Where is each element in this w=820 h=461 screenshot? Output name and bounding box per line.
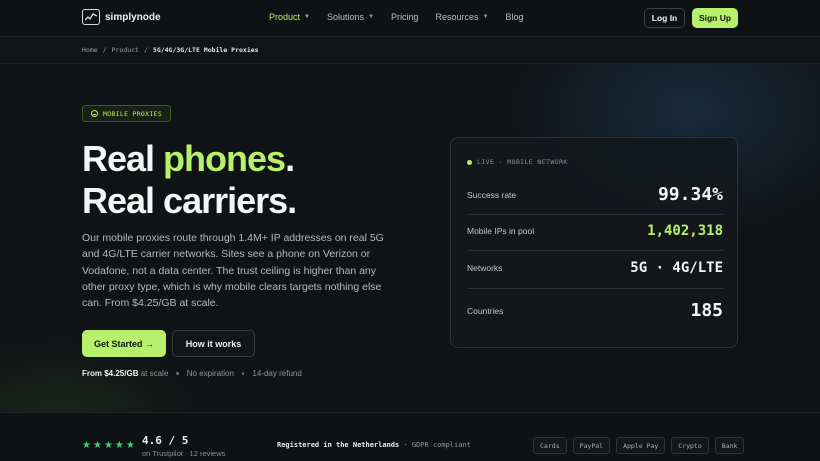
payment-badge-apple-pay: Apple Pay bbox=[616, 437, 666, 454]
menu-item-blog[interactable]: Blog bbox=[505, 12, 523, 22]
stat-value: 99.34% bbox=[657, 184, 723, 205]
payment-badge-crypto: Crypto bbox=[671, 437, 709, 454]
separator-dot bbox=[176, 372, 179, 375]
breadcrumb-separator: / bbox=[102, 46, 107, 54]
registration-info: Registered in the Netherlands · GDPR com… bbox=[277, 441, 471, 449]
menu-item-label: Product bbox=[269, 12, 301, 22]
no-expiration-note: No expiration bbox=[186, 369, 234, 378]
divider bbox=[467, 214, 723, 215]
stat-row-networks: Networks 5G · 4G/LTE bbox=[467, 260, 723, 276]
hero-title-text: Real bbox=[82, 138, 164, 179]
menu-item-label: Resources bbox=[435, 12, 479, 22]
hero-badge: MOBILE PROXIES bbox=[82, 105, 171, 122]
breadcrumb-separator: / bbox=[143, 46, 148, 54]
breadcrumb-current: 5G/4G/3G/LTE Mobile Proxies bbox=[152, 46, 259, 54]
chevron-down-icon: ▼ bbox=[304, 14, 310, 20]
breadcrumb-home[interactable]: Home bbox=[82, 46, 98, 54]
payment-badge-bank: Bank bbox=[714, 437, 745, 454]
hero-title-accent: phones bbox=[163, 138, 286, 179]
menu-item-pricing[interactable]: Pricing bbox=[391, 12, 419, 22]
menu-item-label: Solutions bbox=[326, 12, 365, 22]
stat-label: Networks bbox=[467, 263, 503, 273]
breadcrumb-bar: Home / Product / 5G/4G/3G/LTE Mobile Pro… bbox=[0, 37, 820, 64]
chevron-down-icon: ▼ bbox=[368, 14, 374, 20]
refund-note: 14-day refund bbox=[252, 369, 302, 378]
logo-chart-icon bbox=[82, 9, 100, 25]
live-stats-card: LIVE · MOBILE NETWORK Success rate 99.34… bbox=[450, 137, 738, 348]
hero-description: Our mobile proxies route through 1.4M+ I… bbox=[82, 232, 384, 310]
hero-title-line2: Real carriers. bbox=[82, 180, 297, 221]
stat-value: 185 bbox=[690, 300, 723, 321]
hero-title-line1: Real phones. bbox=[82, 138, 296, 180]
live-indicator-icon bbox=[467, 159, 472, 165]
price-suffix: at scale bbox=[140, 369, 169, 378]
star-icon: ★ bbox=[114, 440, 124, 451]
payment-badge-cards: Cards bbox=[533, 437, 567, 454]
star-icon: ★ bbox=[92, 440, 102, 451]
price-info: From $4.25/GB at scale bbox=[82, 369, 168, 378]
hero-badge-label: MOBILE PROXIES bbox=[103, 109, 162, 118]
stat-row-countries: Countries 185 bbox=[467, 300, 723, 321]
divider bbox=[467, 288, 723, 289]
star-icon: ★ bbox=[82, 440, 91, 451]
star-icon: ★ bbox=[103, 440, 113, 451]
stat-value: 1,402,318 bbox=[647, 223, 723, 239]
hero-title-text: . bbox=[285, 138, 295, 179]
divider bbox=[467, 250, 723, 251]
stat-label: Success rate bbox=[467, 189, 517, 200]
stat-value: 5G · 4G/LTE bbox=[630, 260, 723, 276]
stat-label: Mobile IPs in pool bbox=[467, 226, 535, 236]
rating-source-label: on Trustpilot bbox=[142, 449, 183, 458]
brand-logo[interactable]: simplynode bbox=[82, 9, 161, 25]
trust-bar: ★ ★ ★ ★ ★ 4.6 / 5 on Trustpilot · 12 rev… bbox=[0, 412, 820, 461]
minus-circle-icon bbox=[91, 110, 98, 117]
separator-dot bbox=[241, 372, 245, 375]
price-value: From $4.25/GB bbox=[82, 369, 139, 378]
gdpr-label: · GDPR compliant bbox=[403, 441, 471, 449]
registration-label: Registered in the Netherlands bbox=[277, 441, 400, 449]
review-count: 12 reviews bbox=[189, 449, 226, 458]
menu-item-product[interactable]: Product ▼ bbox=[269, 12, 310, 22]
hero-title: Real phones. Real carriers. bbox=[82, 138, 297, 222]
star-icon: ★ bbox=[125, 440, 135, 451]
rating-source[interactable]: on Trustpilot · 12 reviews bbox=[142, 449, 225, 458]
how-it-works-button[interactable]: How it works bbox=[172, 330, 255, 357]
top-navbar: simplynode Product ▼ Solutions ▼ Pricing… bbox=[0, 0, 820, 37]
stats-card-header: LIVE · MOBILE NETWORK bbox=[467, 158, 568, 166]
signup-button[interactable]: Sign Up bbox=[692, 8, 738, 28]
payment-methods: Cards PayPal Apple Pay Crypto Bank bbox=[533, 437, 745, 454]
pricing-note: From $4.25/GB at scale No expiration 14-… bbox=[82, 369, 302, 378]
rating-stars: ★ ★ ★ ★ ★ bbox=[82, 441, 135, 451]
menu-item-solutions[interactable]: Solutions ▼ bbox=[327, 12, 374, 22]
stat-row-mobile-ips: Mobile IPs in pool 1,402,318 bbox=[467, 223, 723, 239]
stat-row-success-rate: Success rate 99.34% bbox=[467, 184, 723, 205]
menu-item-label: Blog bbox=[505, 12, 524, 22]
menu-item-label: Pricing bbox=[390, 12, 419, 22]
rating-score: 4.6 / 5 bbox=[142, 434, 189, 447]
main-menu: Product ▼ Solutions ▼ Pricing Resources … bbox=[269, 12, 523, 22]
brand-name: simplynode bbox=[105, 11, 161, 23]
stat-label: Countries bbox=[467, 305, 504, 316]
chevron-down-icon: ▼ bbox=[482, 14, 489, 20]
get-started-button[interactable]: Get Started → bbox=[82, 330, 166, 357]
login-button[interactable]: Log In bbox=[644, 8, 685, 28]
payment-badge-paypal: PayPal bbox=[572, 437, 611, 454]
menu-item-resources[interactable]: Resources ▼ bbox=[435, 12, 488, 22]
breadcrumb: Home / Product / 5G/4G/3G/LTE Mobile Pro… bbox=[82, 46, 259, 54]
breadcrumb-product[interactable]: Product bbox=[112, 46, 139, 54]
stats-card-title: LIVE · MOBILE NETWORK bbox=[477, 158, 568, 166]
